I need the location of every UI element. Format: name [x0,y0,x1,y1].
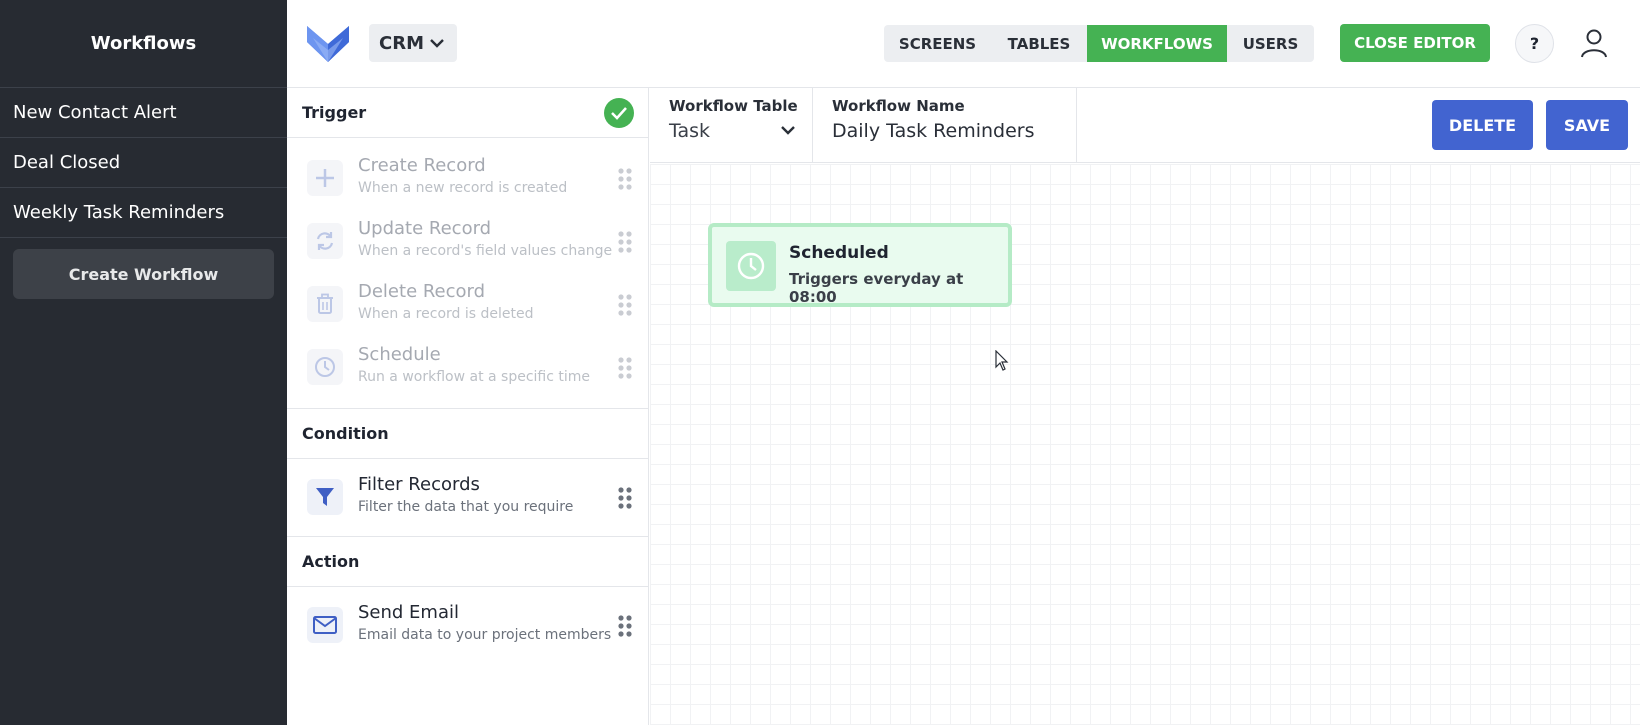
block-name: Filter Records [358,474,480,495]
block-name: Update Record [358,218,492,239]
save-button[interactable]: SAVE [1546,100,1628,150]
node-title: Scheduled [789,243,889,263]
workflow-canvas[interactable]: Scheduled Triggers everyday at 08:00 [650,164,1640,725]
workflow-table-select[interactable]: Workflow Table Task [650,88,813,163]
block-description: Email data to your project members [358,627,612,643]
block-schedule[interactable]: Schedule Run a workflow at a specific ti… [287,335,648,398]
workflow-name-field: Workflow Name [813,88,1077,163]
condition-section-title: Condition [302,424,389,443]
create-workflow-button[interactable]: Create Workflow [13,249,274,299]
tab-workflows[interactable]: WORKFLOWS [1087,25,1227,62]
workflow-table-label: Workflow Table [669,97,798,115]
block-description: When a record is deleted [358,306,534,322]
app-selector[interactable]: CRM [369,24,457,62]
node-subtitle: Triggers everyday at 08:00 [789,270,964,306]
chevron-down-icon [430,39,444,48]
plus-icon [307,159,343,196]
check-icon [604,98,634,128]
close-editor-button[interactable]: CLOSE EDITOR [1340,24,1490,62]
workflow-name-input[interactable] [832,120,1067,142]
condition-section-header: Condition [287,409,648,459]
clock-icon [726,241,776,291]
refresh-icon [307,222,343,259]
drag-handle-icon[interactable] [618,615,632,637]
trigger-blocks: Create Record When a new record is creat… [287,138,648,409]
action-blocks: Send Email Email data to your project me… [287,587,648,664]
delete-button[interactable]: DELETE [1432,100,1533,150]
filter-icon [307,478,343,515]
drag-handle-icon[interactable] [618,357,632,379]
drag-handle-icon[interactable] [618,231,632,253]
action-section-header: Action [287,537,648,587]
block-send-email[interactable]: Send Email Email data to your project me… [287,593,648,656]
tab-screens[interactable]: SCREENS [884,25,991,62]
block-update-record[interactable]: Update Record When a record's field valu… [287,209,648,272]
trash-icon [307,285,343,322]
block-create-record[interactable]: Create Record When a new record is creat… [287,146,648,209]
trigger-section-title: Trigger [302,103,367,122]
sidebar-item-weekly-task-reminders[interactable]: Weekly Task Reminders [0,188,287,238]
sidebar-item-new-contact-alert[interactable]: New Contact Alert [0,88,287,138]
mouse-cursor-icon [995,350,1009,371]
tab-tables[interactable]: TABLES [991,25,1087,62]
mail-icon [307,606,343,643]
workflow-name-label: Workflow Name [832,97,965,115]
app-logo-icon [307,26,349,62]
sidebar-title: Workflows [0,0,287,88]
trigger-node-scheduled[interactable]: Scheduled Triggers everyday at 08:00 [708,223,1012,307]
drag-handle-icon[interactable] [618,168,632,190]
block-description: When a new record is created [358,180,568,196]
block-description: Filter the data that you require [358,499,574,515]
workflows-sidebar: Workflows New Contact Alert Deal Closed … [0,0,287,725]
block-description: When a record's field values change [358,243,613,259]
drag-handle-icon[interactable] [618,487,632,509]
block-name: Create Record [358,155,486,176]
workflow-settings-bar: Workflow Table Task Workflow Name DELETE… [650,88,1640,163]
app-name: CRM [379,32,424,54]
top-header: CRM SCREENS TABLES WORKFLOWS USERS CLOSE… [287,0,1640,88]
trigger-section-header: Trigger [287,88,648,138]
sidebar-item-deal-closed[interactable]: Deal Closed [0,138,287,188]
chevron-down-icon [781,126,795,135]
block-delete-record[interactable]: Delete Record When a record is deleted [287,272,648,335]
block-name: Send Email [358,602,459,623]
condition-blocks: Filter Records Filter the data that you … [287,459,648,537]
main-nav-tabs: SCREENS TABLES WORKFLOWS USERS [884,25,1314,62]
action-section-title: Action [302,552,360,571]
block-filter-records[interactable]: Filter Records Filter the data that you … [287,465,648,528]
block-name: Schedule [358,344,441,365]
block-description: Run a workflow at a specific time [358,369,591,385]
help-button[interactable]: ? [1515,24,1554,63]
block-name: Delete Record [358,281,486,302]
user-icon[interactable] [1577,26,1611,60]
drag-handle-icon[interactable] [618,294,632,316]
blocks-panel: Trigger Create Record When a new record … [287,88,649,725]
clock-icon [307,348,343,385]
tab-users[interactable]: USERS [1227,25,1314,62]
